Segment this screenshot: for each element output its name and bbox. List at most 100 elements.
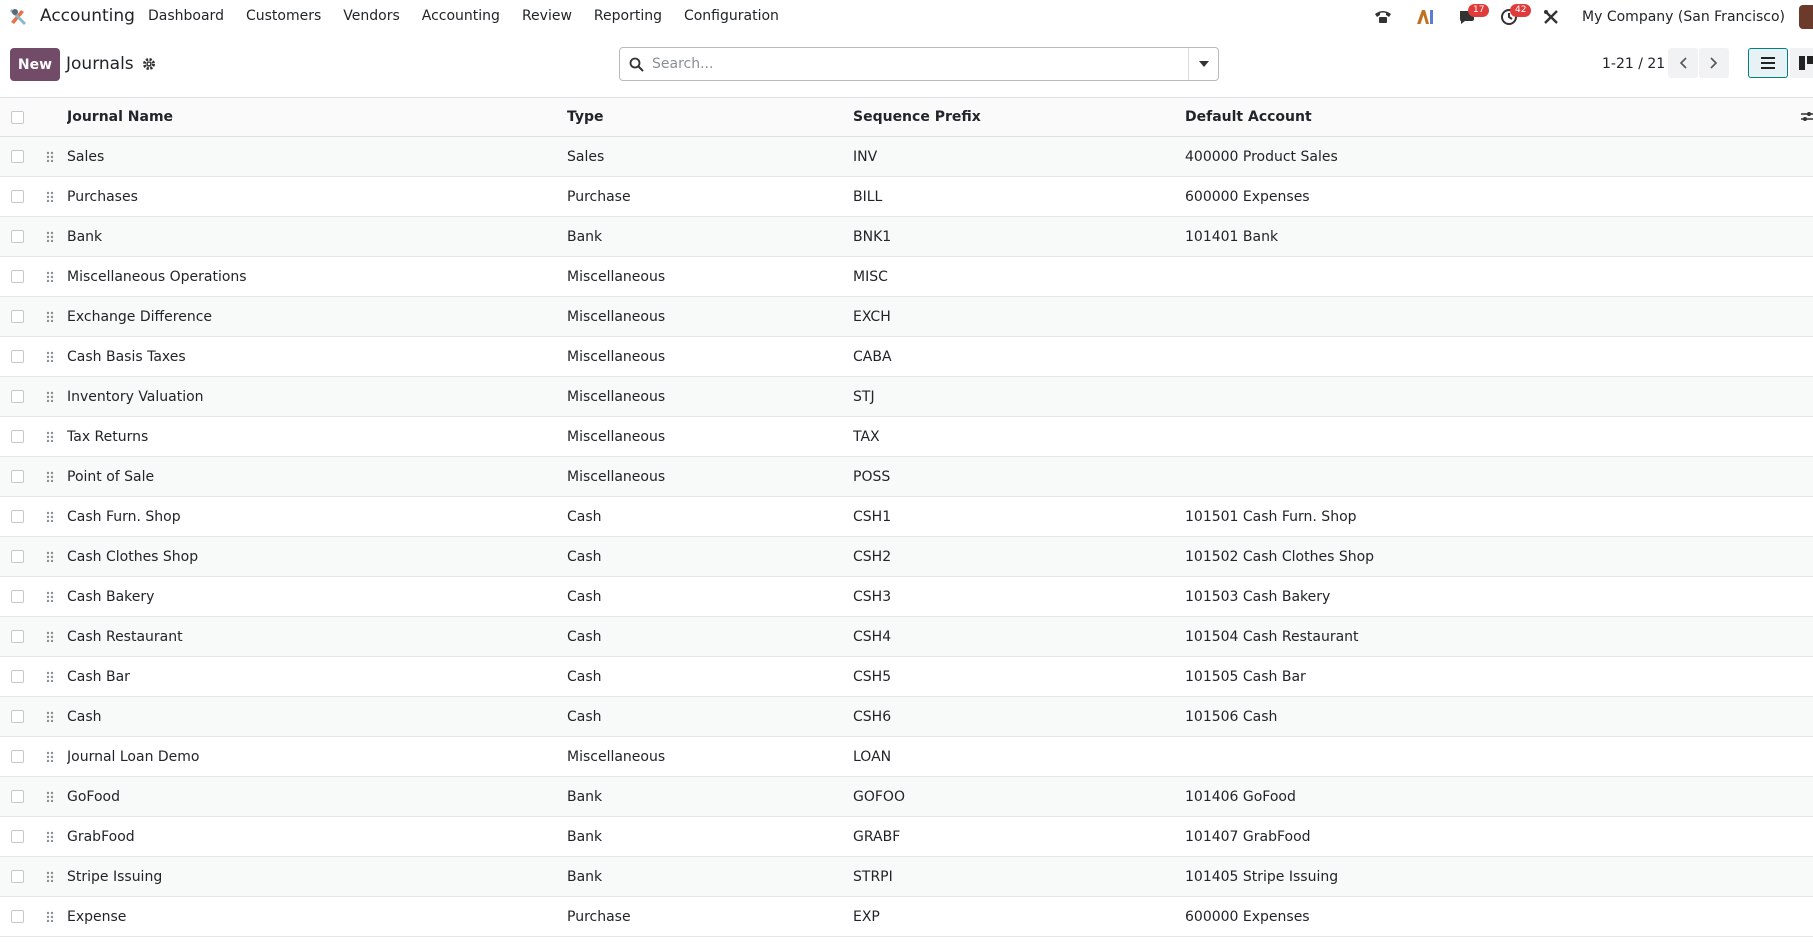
- app-logo-icon[interactable]: [9, 6, 29, 26]
- menu-review[interactable]: Review: [522, 8, 572, 24]
- row-checkbox[interactable]: [0, 310, 32, 323]
- table-row[interactable]: Cash Bakery Cash CSH3 101503 Cash Bakery: [0, 577, 1813, 617]
- table-row[interactable]: Miscellaneous Operations Miscellaneous M…: [0, 257, 1813, 297]
- tools-icon[interactable]: [1540, 6, 1562, 28]
- table-row[interactable]: GoFood Bank GOFOO 101406 GoFood: [0, 777, 1813, 817]
- column-journal-name[interactable]: Journal Name: [67, 109, 567, 125]
- row-checkbox[interactable]: [0, 510, 32, 523]
- row-checkbox[interactable]: [0, 750, 32, 763]
- drag-handle-icon[interactable]: [32, 671, 67, 683]
- drag-handle-icon[interactable]: [32, 311, 67, 323]
- column-type[interactable]: Type: [567, 109, 853, 125]
- row-checkbox[interactable]: [0, 670, 32, 683]
- app-name[interactable]: Accounting: [40, 6, 135, 26]
- systray: 17 42 My Company (San Francisco): [1372, 4, 1813, 30]
- drag-handle-icon[interactable]: [32, 391, 67, 403]
- drag-handle-icon[interactable]: [32, 471, 67, 483]
- table-row[interactable]: Cash Cash CSH6 101506 Cash: [0, 697, 1813, 737]
- row-checkbox[interactable]: [0, 470, 32, 483]
- new-button[interactable]: New: [10, 48, 60, 81]
- menu-reporting[interactable]: Reporting: [594, 8, 662, 24]
- type-cell: Cash: [567, 588, 602, 605]
- row-checkbox[interactable]: [0, 270, 32, 283]
- list-view-button[interactable]: [1748, 48, 1788, 78]
- kanban-view-button[interactable]: [1790, 48, 1813, 78]
- drag-handle-icon[interactable]: [32, 271, 67, 283]
- gear-icon[interactable]: [142, 57, 156, 71]
- table-row[interactable]: GrabFood Bank GRABF 101407 GrabFood: [0, 817, 1813, 857]
- journal-name-cell: GoFood: [67, 788, 120, 805]
- ai-icon[interactable]: [1414, 6, 1436, 28]
- row-checkbox[interactable]: [0, 830, 32, 843]
- drag-handle-icon[interactable]: [32, 191, 67, 203]
- drag-handle-icon[interactable]: [32, 511, 67, 523]
- row-checkbox[interactable]: [0, 590, 32, 603]
- table-row[interactable]: Point of Sale Miscellaneous POSS: [0, 457, 1813, 497]
- optional-columns-icon[interactable]: [1783, 111, 1813, 123]
- row-checkbox[interactable]: [0, 390, 32, 403]
- table-row[interactable]: Cash Clothes Shop Cash CSH2 101502 Cash …: [0, 537, 1813, 577]
- menu-vendors[interactable]: Vendors: [343, 8, 399, 24]
- row-checkbox[interactable]: [0, 190, 32, 203]
- table-row[interactable]: Sales Sales INV 400000 Product Sales: [0, 137, 1813, 177]
- table-row[interactable]: Cash Restaurant Cash CSH4 101504 Cash Re…: [0, 617, 1813, 657]
- drag-handle-icon[interactable]: [32, 591, 67, 603]
- table-row[interactable]: Cash Bar Cash CSH5 101505 Cash Bar: [0, 657, 1813, 697]
- sequence-prefix-cell: GRABF: [853, 828, 901, 845]
- table-row[interactable]: Cash Furn. Shop Cash CSH1 101501 Cash Fu…: [0, 497, 1813, 537]
- pager-next-button[interactable]: [1699, 48, 1729, 78]
- drag-handle-icon[interactable]: [32, 151, 67, 163]
- avatar[interactable]: [1799, 5, 1813, 29]
- row-checkbox[interactable]: [0, 870, 32, 883]
- drag-handle-icon[interactable]: [32, 751, 67, 763]
- row-checkbox[interactable]: [0, 550, 32, 563]
- search-options-toggle[interactable]: [1188, 48, 1218, 80]
- drag-handle-icon[interactable]: [32, 791, 67, 803]
- row-checkbox[interactable]: [0, 350, 32, 363]
- select-all-checkbox[interactable]: [0, 110, 32, 124]
- drag-handle-icon[interactable]: [32, 831, 67, 843]
- drag-handle-icon[interactable]: [32, 631, 67, 643]
- table-row[interactable]: Cash Basis Taxes Miscellaneous CABA: [0, 337, 1813, 377]
- drag-handle-icon[interactable]: [32, 431, 67, 443]
- row-checkbox[interactable]: [0, 150, 32, 163]
- menu-dashboard[interactable]: Dashboard: [148, 8, 224, 24]
- journal-name-cell: Bank: [67, 228, 103, 245]
- table-row[interactable]: Stripe Issuing Bank STRPI 101405 Stripe …: [0, 857, 1813, 897]
- phone-icon[interactable]: [1372, 6, 1394, 28]
- drag-handle-icon[interactable]: [32, 231, 67, 243]
- row-checkbox[interactable]: [0, 430, 32, 443]
- row-checkbox[interactable]: [0, 630, 32, 643]
- table-row[interactable]: Expense Purchase EXP 600000 Expenses: [0, 897, 1813, 937]
- menu-accounting[interactable]: Accounting: [422, 8, 500, 24]
- type-cell: Miscellaneous: [567, 468, 666, 485]
- journal-name-cell: Cash Basis Taxes: [67, 348, 186, 365]
- row-checkbox[interactable]: [0, 710, 32, 723]
- column-sequence-prefix[interactable]: Sequence Prefix: [853, 109, 1185, 125]
- menu-customers[interactable]: Customers: [246, 8, 321, 24]
- row-checkbox[interactable]: [0, 230, 32, 243]
- chat-icon[interactable]: 17: [1456, 4, 1490, 28]
- drag-handle-icon[interactable]: [32, 911, 67, 923]
- row-checkbox[interactable]: [0, 910, 32, 923]
- type-cell: Miscellaneous: [567, 388, 666, 405]
- table-row[interactable]: Tax Returns Miscellaneous TAX: [0, 417, 1813, 457]
- drag-handle-icon[interactable]: [32, 711, 67, 723]
- clock-icon[interactable]: 42: [1498, 4, 1532, 28]
- drag-handle-icon[interactable]: [32, 551, 67, 563]
- search-input[interactable]: [652, 49, 1188, 79]
- journal-name-cell: Cash Restaurant: [67, 628, 183, 645]
- column-default-account[interactable]: Default Account: [1185, 109, 1783, 125]
- row-checkbox[interactable]: [0, 790, 32, 803]
- pager-previous-button[interactable]: [1668, 48, 1698, 78]
- menu-configuration[interactable]: Configuration: [684, 8, 779, 24]
- drag-handle-icon[interactable]: [32, 351, 67, 363]
- pager-value[interactable]: 1-21 / 21: [1602, 56, 1665, 72]
- table-row[interactable]: Journal Loan Demo Miscellaneous LOAN: [0, 737, 1813, 777]
- table-row[interactable]: Bank Bank BNK1 101401 Bank: [0, 217, 1813, 257]
- table-row[interactable]: Exchange Difference Miscellaneous EXCH: [0, 297, 1813, 337]
- table-row[interactable]: Purchases Purchase BILL 600000 Expenses: [0, 177, 1813, 217]
- company-switcher[interactable]: My Company (San Francisco): [1582, 9, 1785, 25]
- drag-handle-icon[interactable]: [32, 871, 67, 883]
- table-row[interactable]: Inventory Valuation Miscellaneous STJ: [0, 377, 1813, 417]
